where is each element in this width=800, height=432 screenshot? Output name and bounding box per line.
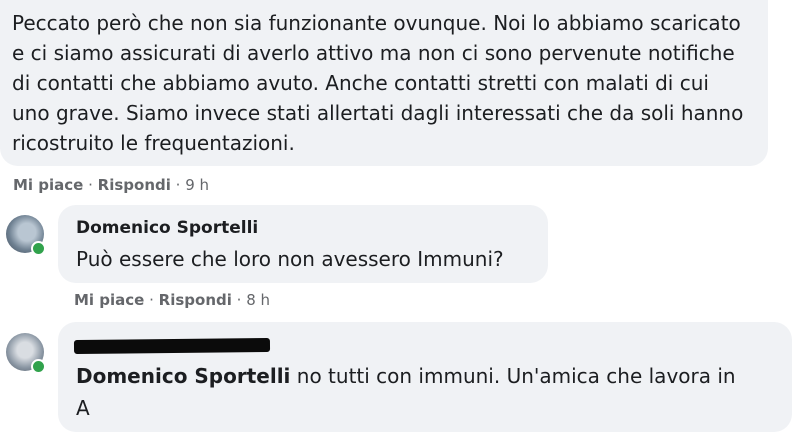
reply-link[interactable]: Rispondi — [159, 291, 232, 309]
redacted-author-name — [73, 337, 271, 355]
comment-bubble: Peccato però che non sia funzionante ovu… — [0, 0, 768, 166]
separator: · — [144, 291, 159, 309]
reply-text: Domenico Sportelli no tutti con immuni. … — [76, 364, 736, 388]
like-link[interactable]: Mi piace — [13, 176, 83, 194]
separator: · — [170, 176, 186, 194]
separator: · — [231, 291, 247, 309]
mention-link[interactable]: Domenico Sportelli — [76, 364, 290, 388]
separator: · — [83, 176, 98, 194]
comment-actions: Mi piace · Rispondi · 9 h — [13, 176, 209, 194]
reply-link[interactable]: Rispondi — [98, 176, 171, 194]
like-link[interactable]: Mi piace — [74, 291, 144, 309]
reply-actions: Mi piace · Rispondi · 8 h — [74, 291, 270, 309]
timestamp[interactable]: 8 h — [246, 291, 270, 309]
online-status-icon — [31, 359, 46, 374]
reply-text: Può essere che loro non avessero Immuni? — [76, 247, 504, 271]
reply-author[interactable]: Domenico Sportelli — [76, 218, 258, 238]
reply-bubble: Domenico Sportelli no tutti con immuni. … — [58, 322, 792, 432]
comment-text: Peccato però che non sia funzionante ovu… — [12, 11, 744, 155]
reply-text-body: no tutti con immuni. Un'amica che lavora… — [290, 364, 736, 388]
online-status-icon — [31, 241, 46, 256]
reply-bubble: Domenico Sportelli Può essere che loro n… — [58, 205, 548, 283]
timestamp[interactable]: 9 h — [185, 176, 209, 194]
